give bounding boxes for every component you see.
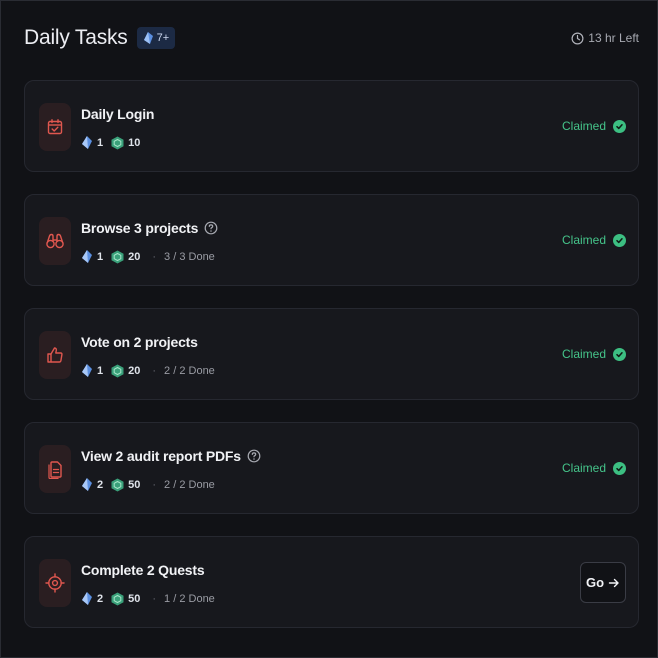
task-rewards: 2 50 · 1 / 2 Done	[81, 591, 215, 606]
gem-icon	[82, 250, 92, 263]
task-icon-box	[39, 559, 71, 607]
gem-icon	[143, 32, 153, 44]
task-title: View 2 audit report PDFs	[81, 448, 261, 464]
token-icon	[111, 250, 124, 263]
task-icon-box	[39, 331, 71, 379]
time-left: 13 hr Left	[571, 31, 639, 45]
task-title-text: Complete 2 Quests	[81, 562, 205, 578]
separator-dot: ·	[152, 364, 157, 377]
task-progress: 1 / 2 Done	[164, 592, 215, 605]
status-label: Claimed	[561, 233, 606, 247]
point-reward: 50	[128, 592, 141, 605]
thumbs-up-icon	[47, 347, 63, 363]
separator-dot: ·	[152, 250, 157, 263]
status-label: Claimed	[561, 119, 606, 133]
go-button-label: Go	[585, 575, 605, 590]
go-button[interactable]: Go	[580, 562, 626, 603]
task-card-daily-login: Daily Login 1 10 Claimed	[24, 80, 639, 172]
clock-icon	[571, 32, 584, 44]
task-rewards: 2 50 · 2 / 2 Done	[81, 477, 215, 492]
claimed-status: Claimed	[562, 119, 626, 133]
task-title: Daily Login	[81, 106, 154, 122]
task-card-complete-quests: Complete 2 Quests 2 50 · 1 / 2 Done Go	[24, 536, 639, 628]
gem-icon	[82, 136, 92, 149]
arrow-right-icon	[608, 578, 619, 587]
task-title-text: Browse 3 projects	[81, 220, 199, 236]
gem-reward: 1	[97, 136, 104, 149]
daily-tasks-panel: Daily Tasks 7+ 13 hr Left Daily Login 1 …	[0, 0, 658, 658]
gem-reward: 2	[97, 478, 104, 491]
point-reward: 50	[128, 478, 141, 491]
header: Daily Tasks 7+ 13 hr Left	[24, 23, 639, 53]
point-reward: 20	[128, 250, 141, 263]
task-title: Vote on 2 projects	[81, 334, 198, 350]
gem-reward: 1	[97, 250, 104, 263]
check-icon	[613, 347, 626, 361]
task-card-view-audit-reports: View 2 audit report PDFs 2 50 · 2 / 2 Do…	[24, 422, 639, 514]
page-title: Daily Tasks	[24, 26, 128, 49]
task-rewards: 1 10	[81, 135, 144, 150]
binoculars-icon	[46, 233, 64, 249]
task-card-vote-projects: Vote on 2 projects 1 20 · 2 / 2 Done Cla…	[24, 308, 639, 400]
task-progress: 2 / 2 Done	[164, 478, 215, 491]
status-label: Claimed	[561, 347, 606, 361]
claimed-status: Claimed	[562, 233, 626, 247]
task-progress: 2 / 2 Done	[164, 364, 215, 377]
streak-badge: 7+	[136, 27, 176, 49]
claimed-status: Claimed	[562, 347, 626, 361]
task-title-text: Daily Login	[81, 106, 155, 122]
point-reward: 20	[128, 364, 141, 377]
time-left-label: 13 hr Left	[588, 31, 639, 45]
task-icon-box	[39, 445, 71, 493]
check-icon	[613, 119, 626, 133]
claimed-status: Claimed	[562, 461, 626, 475]
badge-count: 7+	[156, 32, 170, 44]
task-title: Browse 3 projects	[81, 220, 218, 236]
help-icon[interactable]	[204, 221, 218, 235]
task-title-text: Vote on 2 projects	[81, 334, 198, 350]
gem-icon	[82, 478, 92, 491]
token-icon	[111, 592, 124, 605]
status-label: Claimed	[561, 461, 606, 475]
task-progress: 3 / 3 Done	[164, 250, 215, 263]
check-icon	[613, 233, 626, 247]
separator-dot: ·	[152, 478, 157, 491]
token-icon	[111, 364, 124, 377]
task-list: Daily Login 1 10 Claimed Browse 3 projec…	[24, 80, 639, 650]
task-icon-box	[39, 103, 71, 151]
gem-reward: 2	[97, 592, 104, 605]
separator-dot: ·	[152, 592, 157, 605]
check-icon	[613, 461, 626, 475]
gem-icon	[82, 592, 92, 605]
task-card-browse-projects: Browse 3 projects 1 20 · 3 / 3 Done Clai…	[24, 194, 639, 286]
calendar-check-icon	[47, 119, 63, 135]
token-icon	[111, 136, 124, 149]
task-rewards: 1 20 · 3 / 3 Done	[81, 249, 215, 264]
point-reward: 10	[128, 136, 141, 149]
help-icon[interactable]	[247, 449, 261, 463]
target-icon	[45, 573, 65, 593]
task-title-text: View 2 audit report PDFs	[81, 448, 241, 464]
document-icon	[48, 461, 62, 479]
gem-icon	[82, 364, 92, 377]
task-rewards: 1 20 · 2 / 2 Done	[81, 363, 215, 378]
gem-reward: 1	[97, 364, 104, 377]
task-title: Complete 2 Quests	[81, 562, 205, 578]
task-icon-box	[39, 217, 71, 265]
token-icon	[111, 478, 124, 491]
